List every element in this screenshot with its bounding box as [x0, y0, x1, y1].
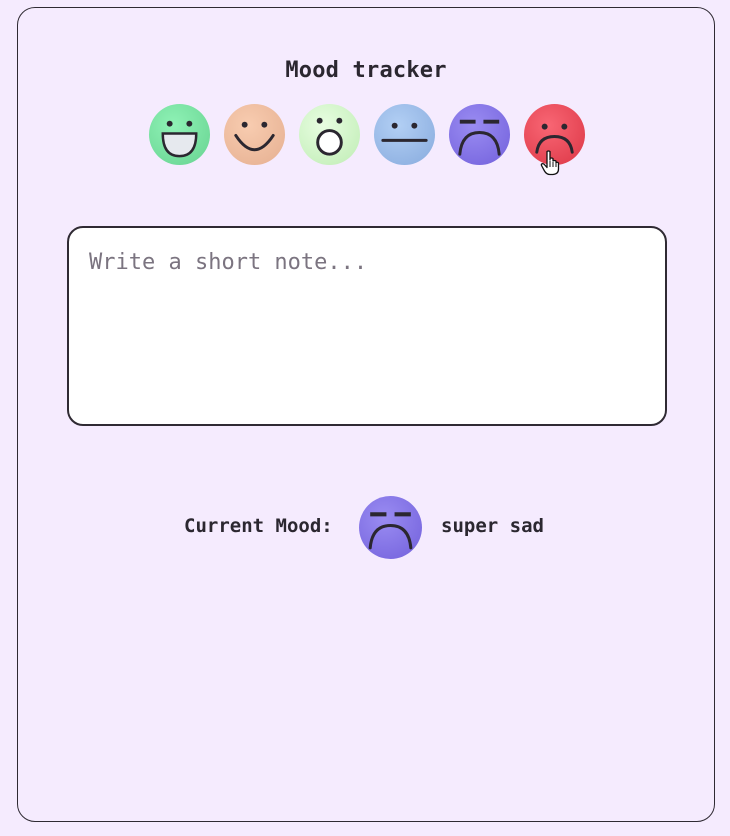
neutral-face-icon: [373, 103, 436, 166]
super-sad-face-icon: [448, 103, 511, 166]
mood-option-surprised[interactable]: [298, 103, 361, 166]
current-mood-label: Current Mood:: [184, 515, 333, 537]
note-textarea[interactable]: [67, 226, 667, 426]
mood-option-super-sad[interactable]: [448, 103, 511, 166]
surprised-face-icon: [298, 103, 361, 166]
page-title: Mood tracker: [285, 58, 447, 83]
current-mood-value: super sad: [441, 515, 544, 537]
mood-option-sad[interactable]: [523, 103, 586, 166]
current-mood-face: [358, 495, 423, 560]
mood-option-happy[interactable]: [223, 103, 286, 166]
super-happy-face-icon: [148, 103, 211, 166]
mood-option-super-happy[interactable]: [148, 103, 211, 166]
sad-face-icon: [523, 103, 586, 166]
happy-face-icon: [223, 103, 286, 166]
super-sad-face-icon: [359, 496, 422, 559]
mood-option-neutral[interactable]: [373, 103, 436, 166]
